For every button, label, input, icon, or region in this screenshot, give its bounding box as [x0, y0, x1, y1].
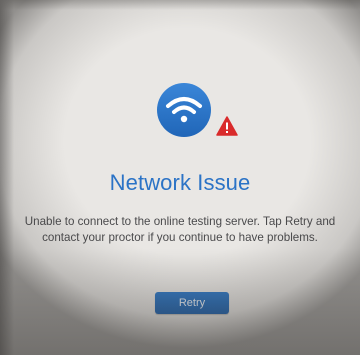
retry-button[interactable]: Retry	[155, 292, 229, 314]
dialog-message: Unable to connect to the online testing …	[24, 215, 336, 244]
network-issue-screen: Network Issue Unable to connect to the o…	[0, 0, 360, 355]
wifi-icon	[157, 83, 211, 137]
dialog-title: Network Issue	[109, 170, 251, 195]
warning-icon	[216, 116, 238, 136]
screen-edge-top	[0, 0, 360, 10]
